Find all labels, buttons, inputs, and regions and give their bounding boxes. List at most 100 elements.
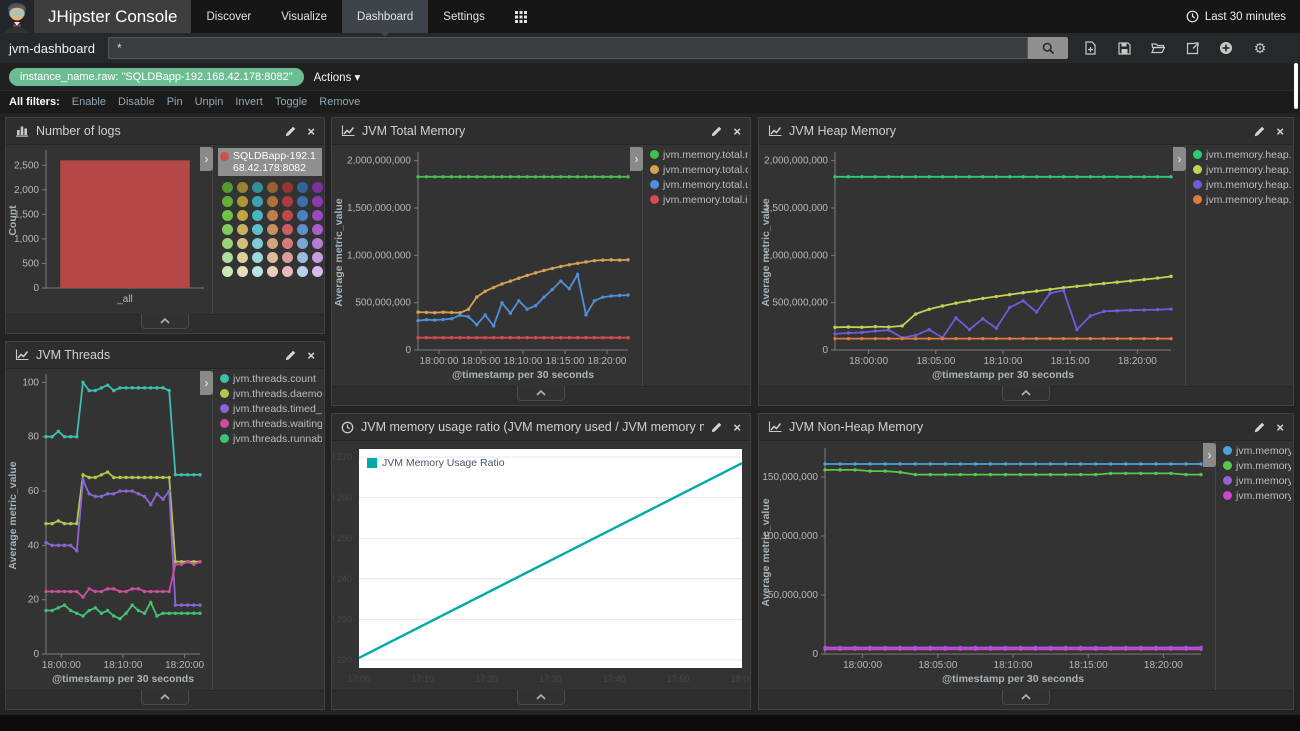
- all-filters-invert[interactable]: Invert: [235, 96, 263, 108]
- palette-color-swatch[interactable]: [312, 252, 323, 263]
- collapse-panel-button[interactable]: [141, 314, 189, 329]
- legend-item[interactable]: jvm.memory.total.used: [650, 178, 748, 192]
- search-input[interactable]: [108, 37, 1028, 59]
- options-gear-button[interactable]: ⚙: [1247, 36, 1273, 60]
- edit-panel-button[interactable]: [285, 350, 296, 361]
- open-dashboard-button[interactable]: [1145, 36, 1171, 60]
- nav-tab-settings[interactable]: Settings: [428, 0, 500, 33]
- legend-expand-button[interactable]: ›: [630, 147, 643, 171]
- palette-color-swatch[interactable]: [267, 182, 278, 193]
- heap-chart[interactable]: 0500,000,0001,000,000,0001,500,000,0002,…: [759, 145, 1185, 386]
- palette-color-swatch[interactable]: [312, 224, 323, 235]
- edit-panel-button[interactable]: [285, 126, 296, 137]
- palette-color-swatch[interactable]: [297, 210, 308, 221]
- palette-color-swatch[interactable]: [222, 224, 233, 235]
- edit-panel-button[interactable]: [1254, 126, 1265, 137]
- save-dashboard-button[interactable]: [1111, 36, 1137, 60]
- palette-color-swatch[interactable]: [312, 182, 323, 193]
- palette-color-swatch[interactable]: [267, 196, 278, 207]
- palette-color-swatch[interactable]: [312, 238, 323, 249]
- search-button[interactable]: [1028, 37, 1068, 59]
- palette-color-swatch[interactable]: [297, 224, 308, 235]
- filter-pill[interactable]: instance_name.raw: "SQLDBapp-192.168.42.…: [9, 68, 304, 86]
- new-dashboard-button[interactable]: [1077, 36, 1103, 60]
- total-chart[interactable]: 0500,000,0001,000,000,0001,500,000,0002,…: [332, 145, 642, 386]
- remove-panel-button[interactable]: ×: [307, 125, 315, 138]
- legend-expand-button[interactable]: ›: [200, 371, 213, 395]
- palette-color-swatch[interactable]: [312, 196, 323, 207]
- palette-color-swatch[interactable]: [252, 196, 263, 207]
- remove-panel-button[interactable]: ×: [733, 125, 741, 138]
- palette-color-swatch[interactable]: [252, 210, 263, 221]
- palette-color-swatch[interactable]: [237, 196, 248, 207]
- edit-panel-button[interactable]: [711, 126, 722, 137]
- legend-item[interactable]: jvm.threads.runnable.c...: [220, 432, 322, 446]
- palette-color-swatch[interactable]: [237, 210, 248, 221]
- legend-expand-button[interactable]: ›: [1173, 147, 1186, 171]
- palette-color-swatch[interactable]: [282, 182, 293, 193]
- palette-color-swatch[interactable]: [252, 238, 263, 249]
- palette-color-swatch[interactable]: [237, 238, 248, 249]
- legend-expand-button[interactable]: ›: [200, 147, 213, 171]
- edit-panel-button[interactable]: [1254, 422, 1265, 433]
- palette-color-swatch[interactable]: [252, 266, 263, 277]
- palette-color-swatch[interactable]: [222, 238, 233, 249]
- collapse-panel-button[interactable]: [1002, 386, 1050, 401]
- palette-color-swatch[interactable]: [297, 252, 308, 263]
- threads-chart[interactable]: 02040608010018:00:0018:10:0018:20:00@tim…: [6, 369, 212, 690]
- add-visualization-button[interactable]: [1213, 36, 1239, 60]
- palette-color-swatch[interactable]: [222, 196, 233, 207]
- palette-color-swatch[interactable]: [282, 224, 293, 235]
- remove-panel-button[interactable]: ×: [1276, 421, 1284, 434]
- palette-color-swatch[interactable]: [267, 266, 278, 277]
- palette-color-swatch[interactable]: [297, 238, 308, 249]
- app-title[interactable]: JHipster Console: [34, 0, 191, 33]
- all-filters-unpin[interactable]: Unpin: [195, 96, 224, 108]
- ratio-chart[interactable]: JVM Memory Usage Ratio0.2200.2300.2400.2…: [332, 441, 750, 690]
- palette-color-swatch[interactable]: [282, 252, 293, 263]
- legend-item[interactable]: jvm.memory.total.com...: [650, 163, 748, 177]
- nav-tab-discover[interactable]: Discover: [191, 0, 266, 33]
- palette-color-swatch[interactable]: [282, 196, 293, 207]
- palette-color-swatch[interactable]: [282, 238, 293, 249]
- collapse-panel-button[interactable]: [1002, 690, 1050, 705]
- legend-item[interactable]: jvm.memory.non-heap....: [1223, 444, 1291, 458]
- palette-color-swatch[interactable]: [267, 252, 278, 263]
- collapse-panel-button[interactable]: [141, 690, 189, 705]
- palette-color-swatch[interactable]: [252, 252, 263, 263]
- palette-color-swatch[interactable]: [222, 210, 233, 221]
- nav-apps-grid[interactable]: [500, 0, 542, 33]
- palette-color-swatch[interactable]: [282, 266, 293, 277]
- nav-tab-dashboard[interactable]: Dashboard: [342, 0, 428, 33]
- palette-color-swatch[interactable]: [237, 182, 248, 193]
- all-filters-remove[interactable]: Remove: [319, 96, 360, 108]
- legend-item[interactable]: jvm.memory.total.max: [650, 148, 748, 162]
- palette-color-swatch[interactable]: [297, 196, 308, 207]
- filter-actions-dropdown[interactable]: Actions ▾: [314, 70, 361, 84]
- palette-color-swatch[interactable]: [252, 182, 263, 193]
- legend-item[interactable]: jvm.threads.waiting.co...: [220, 417, 322, 431]
- remove-panel-button[interactable]: ×: [307, 349, 315, 362]
- edit-panel-button[interactable]: [711, 422, 722, 433]
- legend-item[interactable]: jvm.threads.timed_wait...: [220, 402, 322, 416]
- all-filters-toggle[interactable]: Toggle: [275, 96, 307, 108]
- palette-color-swatch[interactable]: [267, 238, 278, 249]
- legend-item[interactable]: jvm.memory.total.init: [650, 193, 748, 207]
- legend-item[interactable]: jvm.memory.heap.max: [1193, 148, 1291, 162]
- legend-item[interactable]: jvm.memory.non-heap....: [1223, 474, 1291, 488]
- collapse-panel-button[interactable]: [517, 386, 565, 401]
- legend-item-selected[interactable]: SQLDBapp-192.168.42.178:8082: [218, 148, 322, 176]
- palette-color-swatch[interactable]: [222, 266, 233, 277]
- legend-item[interactable]: jvm.memory.non-heap....: [1223, 459, 1291, 473]
- all-filters-disable[interactable]: Disable: [118, 96, 155, 108]
- all-filters-pin[interactable]: Pin: [167, 96, 183, 108]
- legend-item[interactable]: jvm.memory.non-heap....: [1223, 489, 1291, 503]
- palette-color-swatch[interactable]: [222, 252, 233, 263]
- legend-item[interactable]: jvm.memory.heap.init: [1193, 193, 1291, 207]
- share-dashboard-button[interactable]: [1179, 36, 1205, 60]
- palette-color-swatch[interactable]: [252, 224, 263, 235]
- nav-tab-visualize[interactable]: Visualize: [266, 0, 342, 33]
- legend-item[interactable]: jvm.threads.daemon.c...: [220, 387, 322, 401]
- legend-expand-button[interactable]: ›: [1203, 443, 1216, 467]
- time-picker[interactable]: Last 30 minutes: [1186, 0, 1300, 33]
